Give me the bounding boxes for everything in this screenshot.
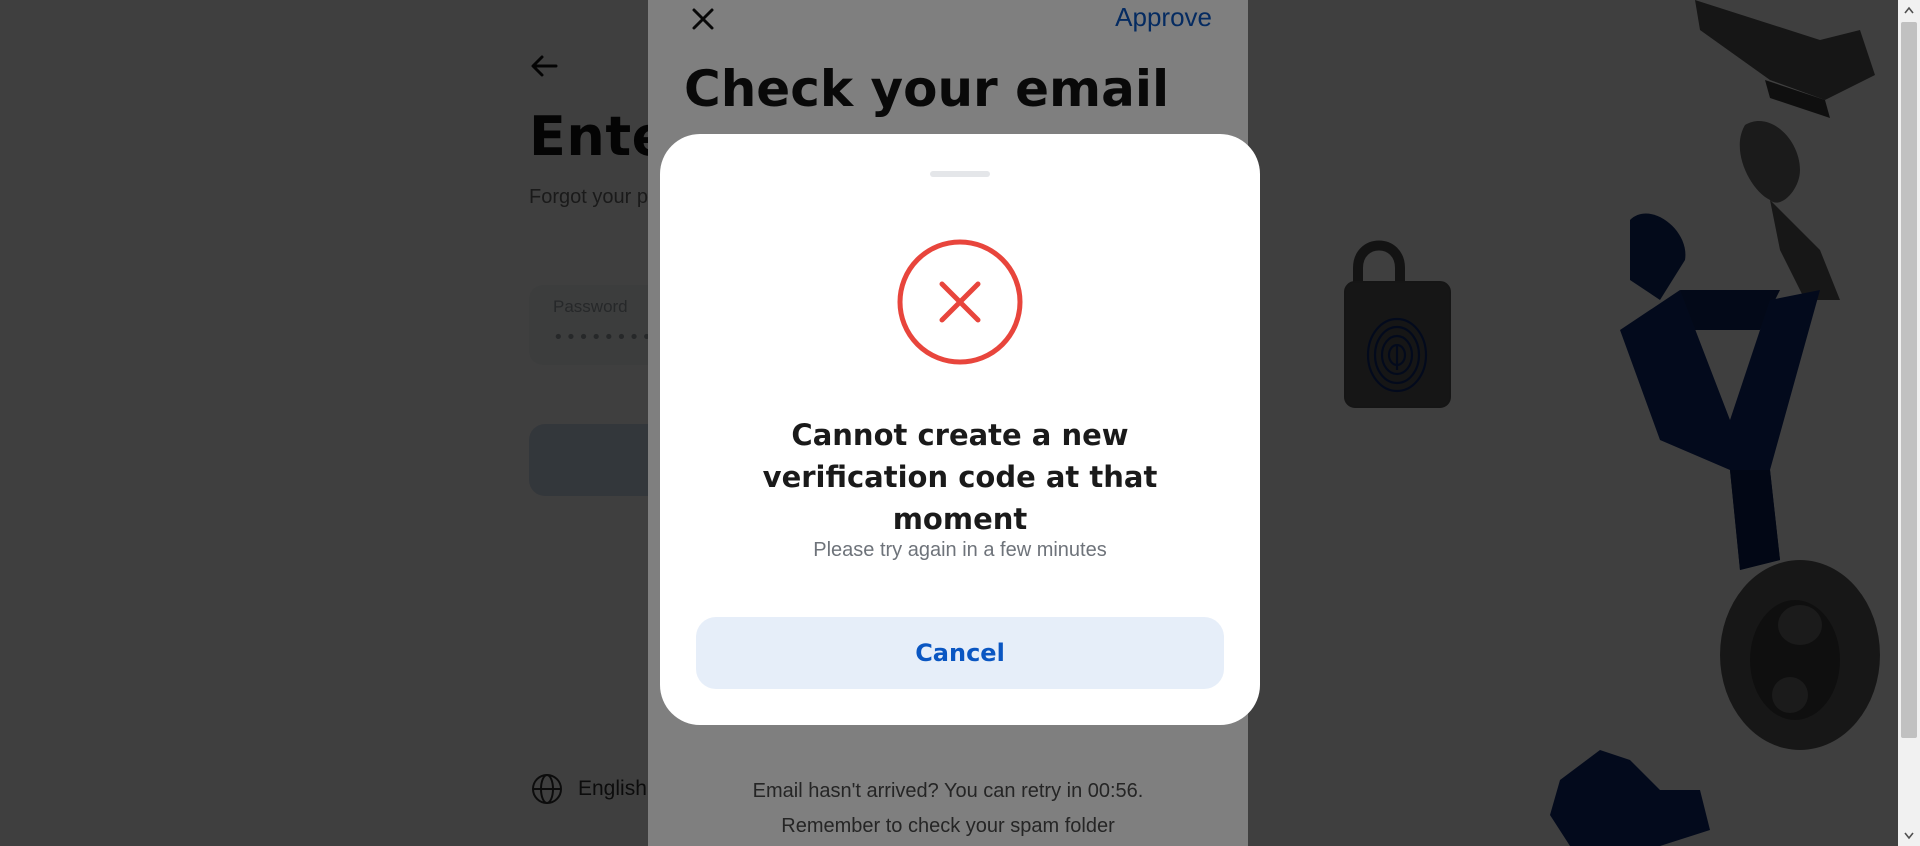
modal-message: Please try again in a few minutes: [813, 539, 1107, 561]
scrollbar-thumb[interactable]: [1901, 22, 1917, 738]
error-modal: Cannot create a new verification code at…: [660, 134, 1260, 725]
drag-handle[interactable]: [930, 171, 990, 177]
vertical-scrollbar[interactable]: [1898, 0, 1920, 846]
scroll-down-arrow-icon[interactable]: [1898, 826, 1920, 846]
modal-title: Cannot create a new verification code at…: [762, 418, 1158, 536]
cancel-button[interactable]: Cancel: [696, 617, 1224, 689]
error-circle-x-icon: [897, 239, 1023, 365]
scroll-up-arrow-icon[interactable]: [1898, 0, 1920, 20]
